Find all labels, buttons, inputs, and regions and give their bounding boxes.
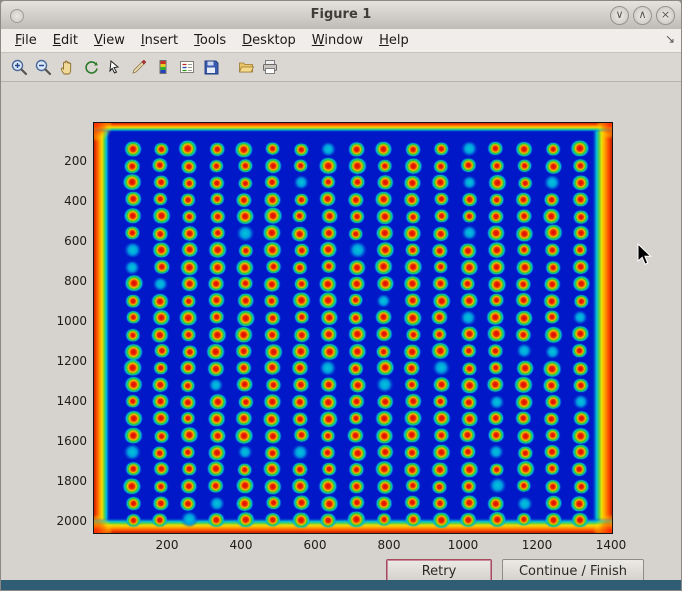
x-tick-label: 1400 [596, 538, 627, 552]
menubar-overflow-icon[interactable]: ↘ [665, 32, 675, 46]
y-tick-label: 200 [45, 154, 87, 168]
y-tick-label: 400 [45, 194, 87, 208]
open-folder-icon[interactable] [235, 56, 257, 78]
legend-icon[interactable] [176, 56, 198, 78]
x-tick-label: 200 [156, 538, 179, 552]
y-tick-label: 2000 [45, 514, 87, 528]
menu-help[interactable]: Help [371, 31, 417, 50]
window-title: Figure 1 [1, 7, 681, 22]
save-icon[interactable] [200, 56, 222, 78]
print-icon[interactable] [259, 56, 281, 78]
y-tick-label: 800 [45, 274, 87, 288]
heatmap-image[interactable] [93, 122, 613, 534]
y-tick-label: 1400 [45, 394, 87, 408]
data-cursor-icon[interactable] [104, 56, 126, 78]
minimize-button[interactable]: ∨ [610, 6, 629, 25]
menu-window[interactable]: Window [304, 31, 371, 50]
y-tick-label: 1000 [45, 314, 87, 328]
rotate-3d-icon[interactable] [80, 56, 102, 78]
y-tick-label: 600 [45, 234, 87, 248]
figure-canvas-area: 200 400 600 800 1000 1200 1400 1600 1800 2000 200… [1, 82, 681, 580]
menu-insert[interactable]: Insert [133, 31, 186, 50]
x-tick-label: 1000 [448, 538, 479, 552]
toolbar-separator [224, 67, 233, 68]
menubar: File Edit View Insert Tools Desktop Wind… [1, 29, 681, 53]
x-tick-label: 800 [378, 538, 401, 552]
y-tick-label: 1600 [45, 434, 87, 448]
colorbar-icon[interactable] [152, 56, 174, 78]
brush-icon[interactable] [128, 56, 150, 78]
x-tick-label: 600 [304, 538, 327, 552]
maximize-button[interactable]: ∧ [633, 6, 652, 25]
pan-hand-icon[interactable] [56, 56, 78, 78]
titlebar-buttons: ∨ ∧ × [610, 6, 675, 25]
titlebar[interactable]: Figure 1 ∨ ∧ × [1, 1, 681, 30]
zoom-out-icon[interactable] [32, 56, 54, 78]
menu-view[interactable]: View [86, 31, 133, 50]
figure-toolbar [1, 53, 681, 82]
figure-window: Figure 1 ∨ ∧ × File Edit View Insert Too… [0, 0, 682, 591]
window-bottom-strip [1, 580, 681, 590]
close-button[interactable]: × [656, 6, 675, 25]
y-tick-label: 1200 [45, 354, 87, 368]
menu-file[interactable]: File [7, 31, 45, 50]
menu-edit[interactable]: Edit [45, 31, 86, 50]
menu-tools[interactable]: Tools [186, 31, 234, 50]
menu-desktop[interactable]: Desktop [234, 31, 304, 50]
x-tick-label: 400 [230, 538, 253, 552]
x-tick-label: 1200 [522, 538, 553, 552]
zoom-in-icon[interactable] [8, 56, 30, 78]
y-tick-label: 1800 [45, 474, 87, 488]
